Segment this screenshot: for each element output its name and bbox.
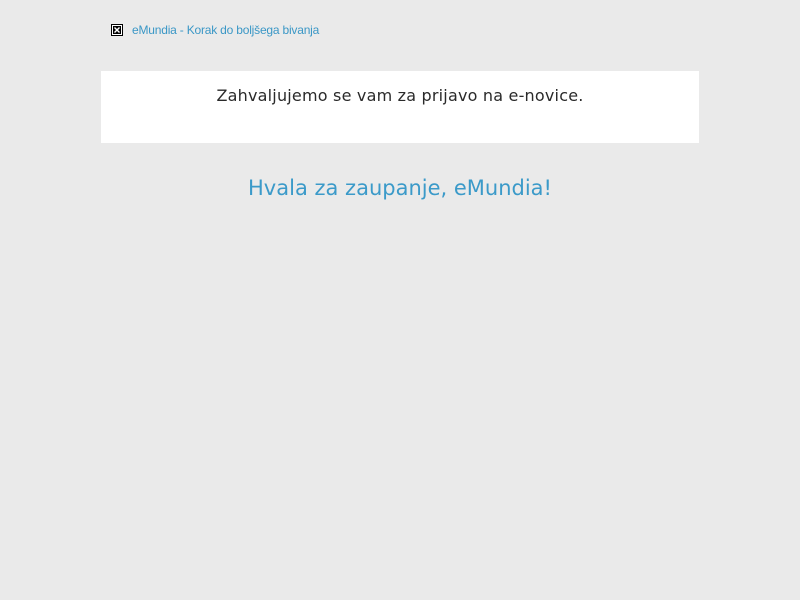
logo-row[interactable]: eMundia - Korak do boljšega bivanja — [111, 21, 319, 39]
broken-image-icon[interactable] — [111, 24, 123, 36]
logo-link[interactable]: eMundia - Korak do boljšega bivanja — [132, 23, 319, 37]
thanks-heading: Hvala za zaupanje, eMundia! — [248, 176, 552, 200]
confirmation-message: Zahvaljujemo se vam za prijavo na e-novi… — [216, 86, 584, 105]
page: eMundia - Korak do boljšega bivanja Zahv… — [0, 0, 800, 600]
confirmation-panel: Zahvaljujemo se vam za prijavo na e-novi… — [101, 71, 699, 143]
